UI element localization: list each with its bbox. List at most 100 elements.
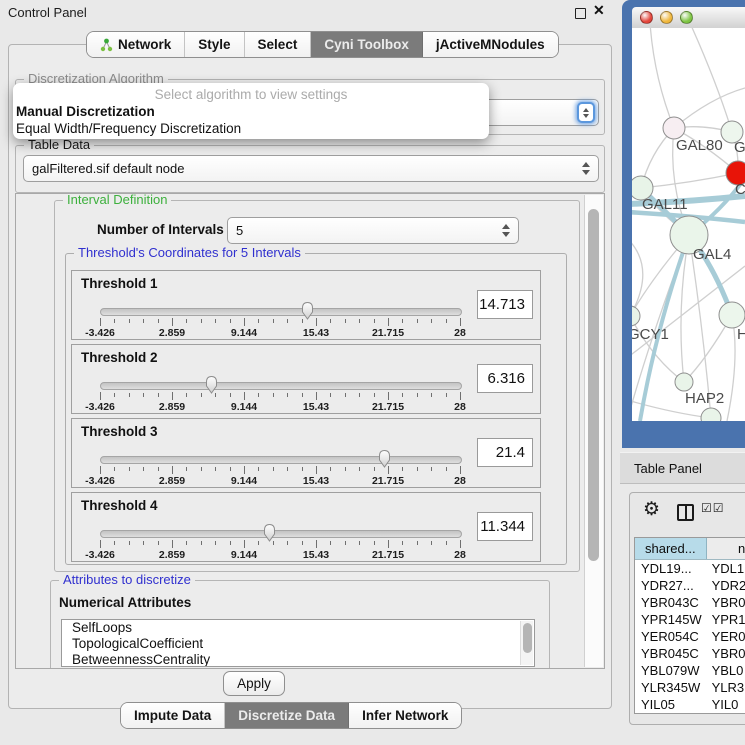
minor-tick (402, 319, 403, 323)
slider-tick-labels: -3.4262.8599.14415.4321.71528 (100, 327, 460, 339)
minor-tick (417, 541, 418, 545)
scrollbar-thumb[interactable] (588, 209, 599, 561)
minor-tick (186, 319, 187, 323)
float-window-icon[interactable] (575, 8, 586, 19)
tab-infer-network[interactable]: Infer Network (349, 703, 461, 728)
cell-name: YIL0 (707, 696, 745, 713)
threshold-value-field[interactable]: 11.344 (477, 512, 533, 541)
minor-tick (201, 393, 202, 397)
slider-track[interactable] (100, 308, 462, 316)
network-node-gal80[interactable] (663, 117, 685, 139)
slider-thumb[interactable] (203, 374, 220, 395)
network-node-h[interactable] (719, 302, 745, 328)
minor-tick (143, 467, 144, 471)
major-tick (172, 318, 173, 326)
minor-tick (114, 467, 115, 471)
interval-definition-group: Interval Definition Number of Intervals … (54, 200, 580, 572)
column-header-na[interactable]: na (707, 538, 745, 559)
slider-track[interactable] (100, 530, 462, 538)
threshold-value-field[interactable]: 6.316 (477, 364, 533, 393)
minor-tick (446, 541, 447, 545)
minimize-window-icon[interactable] (660, 11, 673, 24)
algorithm-option-equal-width-frequency-discretization[interactable]: Equal Width/Frequency Discretization (13, 120, 489, 137)
threshold-value-field[interactable]: 21.4 (477, 438, 533, 467)
column-header-shared-[interactable]: shared... (635, 538, 707, 559)
network-edge[interactable] (727, 315, 735, 421)
table-row[interactable]: YBR045CYBR0 (635, 645, 745, 662)
tab-impute-data[interactable]: Impute Data (121, 703, 225, 728)
table-row[interactable]: YBL079WYBL0 (635, 662, 745, 679)
threshold-value-field[interactable]: 14.713 (477, 290, 533, 319)
number-of-intervals-combobox[interactable]: 5 (227, 217, 519, 244)
close-window-icon[interactable] (640, 11, 653, 24)
gear-icon[interactable]: ⚙ (643, 500, 660, 520)
minor-tick (158, 467, 159, 471)
minor-tick (143, 319, 144, 323)
tab-style[interactable]: Style (185, 32, 244, 57)
network-node[interactable] (701, 408, 721, 421)
table-row[interactable]: YBR043CYBR0 (635, 594, 745, 611)
network-window-titlebar[interactable] (632, 7, 745, 29)
cell-shared-name: YBL079W (635, 662, 707, 679)
table-row[interactable]: YDL19...YDL1 (635, 560, 745, 577)
node-table[interactable]: shared...na YDL19...YDL1YDR27...YDR2YBR0… (634, 537, 745, 714)
minor-tick (186, 541, 187, 545)
network-node-gcy1[interactable] (632, 306, 640, 326)
table-data-combobox[interactable]: galFiltered.sif default node (23, 155, 599, 182)
cell-name: YBR0 (707, 645, 745, 662)
algorithm-option-select-algorithm-to-view-settings[interactable]: Select algorithm to view settings (13, 86, 489, 103)
table-row[interactable]: YIL05YIL0 (635, 696, 745, 713)
slider-track[interactable] (100, 382, 462, 390)
tab-jactivemnodules[interactable]: jActiveMNodules (423, 32, 558, 57)
minor-tick (359, 319, 360, 323)
number-of-intervals-label: Number of Intervals (97, 222, 224, 237)
select-all-icon[interactable]: ☑☑ (701, 501, 725, 515)
scrollbar-thumb[interactable] (523, 623, 532, 653)
table-data-group-title: Table Data (24, 137, 94, 152)
settings-vertical-scrollbar[interactable] (584, 195, 603, 667)
slider-thumb[interactable] (299, 300, 316, 321)
apply-button[interactable]: Apply (223, 671, 285, 696)
major-tick (316, 466, 317, 474)
numerical-attributes-list[interactable]: SelfLoopsTopologicalCoefficientBetweenne… (61, 619, 535, 667)
network-node-hap2[interactable] (675, 373, 693, 391)
slider-thumb[interactable] (376, 448, 393, 469)
minor-tick (417, 319, 418, 323)
slider-thumb[interactable] (261, 522, 278, 543)
algorithm-option-manual-discretization[interactable]: Manual Discretization (13, 103, 489, 120)
spinner-up-icon (583, 108, 589, 112)
thresholds-group-title: Threshold's Coordinates for 5 Intervals (74, 245, 305, 260)
tab-discretize-data[interactable]: Discretize Data (225, 703, 349, 728)
table-row[interactable]: YLR345WYLR3 (635, 679, 745, 696)
zoom-window-icon[interactable] (680, 11, 693, 24)
network-edge[interactable] (650, 28, 674, 128)
cell-name: YDL1 (707, 560, 745, 577)
minor-tick (431, 319, 432, 323)
major-tick (100, 540, 101, 548)
tick-label: 2.859 (159, 475, 185, 487)
cell-shared-name: YLR345W (635, 679, 707, 696)
slider-track[interactable] (100, 456, 462, 464)
node-label: H (737, 326, 745, 343)
node-label: HAP2 (685, 390, 724, 407)
attributes-list-scrollbar[interactable] (520, 621, 533, 665)
threshold-box-4: Threshold 4-3.4262.8599.14415.4321.71528… (71, 492, 541, 562)
tab-cyni-toolbox[interactable]: Cyni Toolbox (311, 32, 423, 57)
close-panel-icon[interactable]: ✕ (593, 2, 605, 19)
tab-network[interactable]: Network (87, 32, 185, 57)
network-canvas[interactable]: GAL80GCGAL11GAL4GCY1HHAP2 (632, 28, 745, 421)
attribute-item-topologicalcoefficient[interactable]: TopologicalCoefficient (62, 636, 534, 652)
table-row[interactable]: YER054CYER0 (635, 628, 745, 645)
tab-select[interactable]: Select (245, 32, 312, 57)
threshold-box-2: Threshold 2-3.4262.8599.14415.4321.71528… (71, 344, 541, 414)
table-row[interactable]: YPR145WYPR1 (635, 611, 745, 628)
algorithm-combobox-spinner[interactable] (577, 102, 595, 123)
attribute-item-betweennesscentrality[interactable]: BetweennessCentrality (62, 652, 534, 667)
table-row[interactable]: YDR27...YDR2 (635, 577, 745, 594)
network-edge[interactable] (690, 28, 732, 132)
spinner-icon (502, 224, 510, 237)
minor-tick (143, 393, 144, 397)
network-edge[interactable] (641, 173, 738, 188)
attribute-item-selfloops[interactable]: SelfLoops (62, 620, 534, 636)
column-manager-icon[interactable] (677, 504, 694, 521)
